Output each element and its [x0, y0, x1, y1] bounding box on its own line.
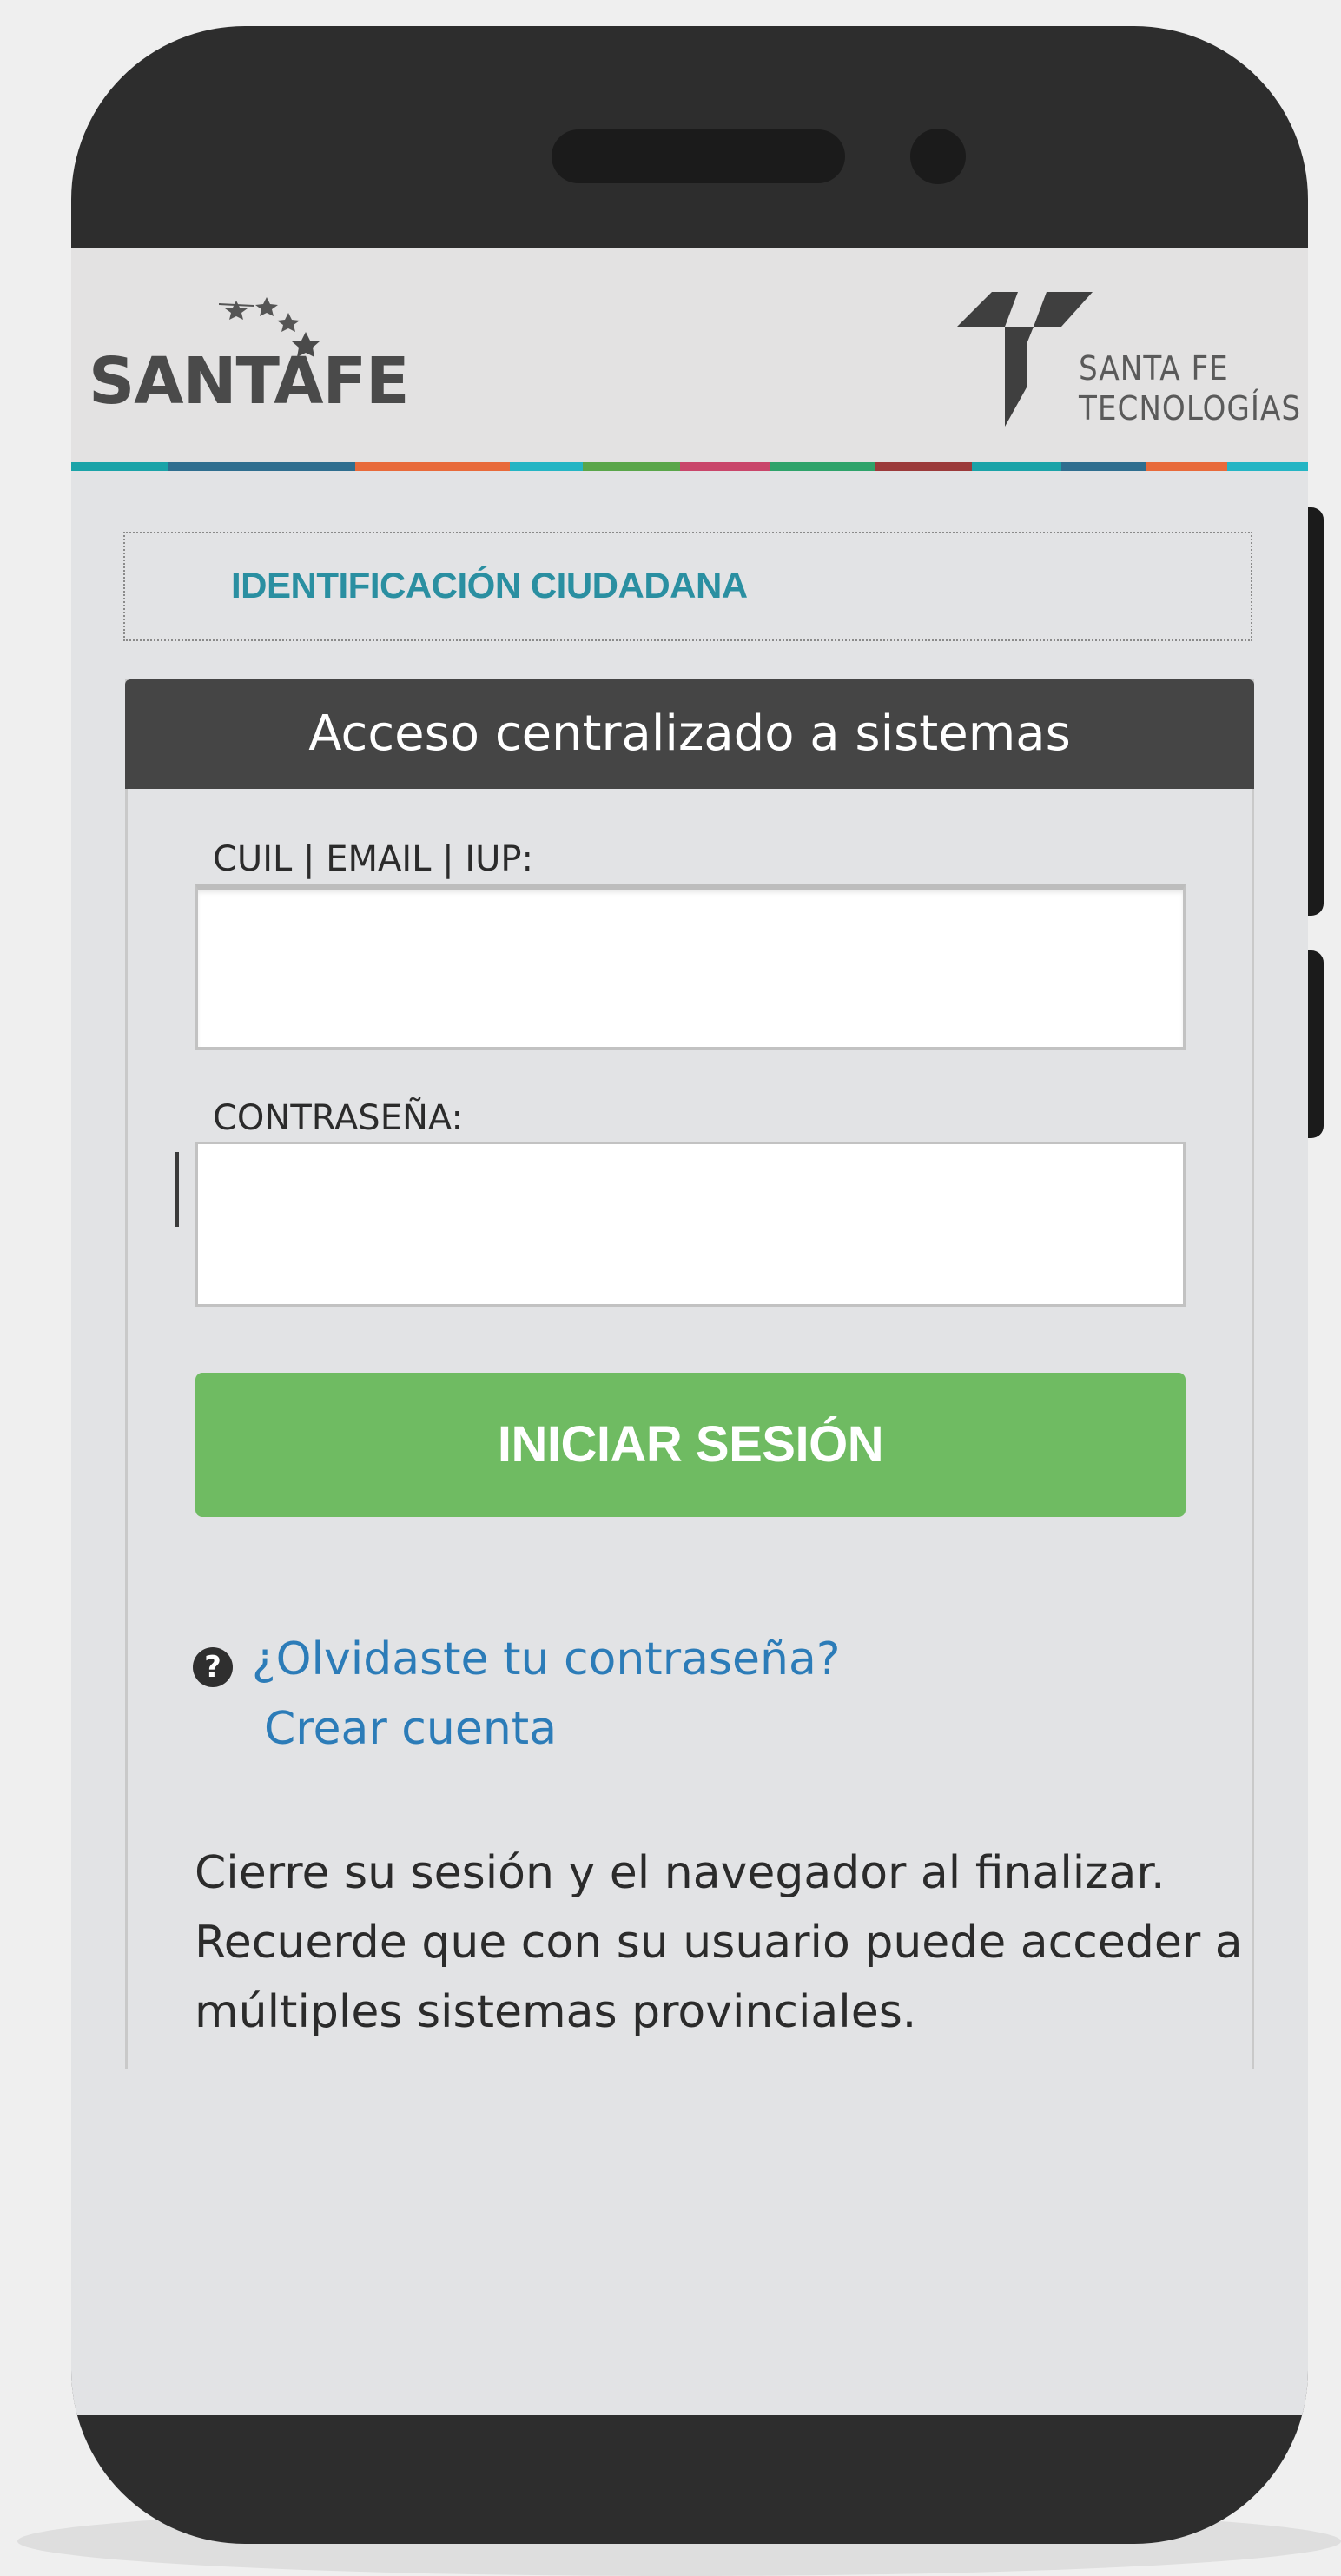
username-input[interactable] — [195, 884, 1186, 1050]
session-note: Cierre su sesión y el navegador al final… — [195, 1838, 1272, 2047]
color-stripe — [71, 462, 1308, 471]
password-label: CONTRASEÑA: — [213, 1098, 464, 1138]
stripe-segment — [71, 462, 169, 471]
santafe-logo[interactable]: SANTAFE — [89, 294, 419, 424]
forgot-password-link[interactable]: ¿Olvidaste tu contraseña? — [252, 1633, 840, 1685]
stripe-segment — [582, 462, 680, 471]
session-note-line: múltiples sistemas provinciales. — [195, 1986, 917, 2038]
stripe-segment — [1146, 462, 1227, 471]
session-note-line: Recuerde que con su usuario puede accede… — [195, 1917, 1243, 1969]
stripe-segment — [168, 462, 356, 471]
stripe-segment — [875, 462, 973, 471]
stripe-segment — [679, 462, 770, 471]
santa-fe-tecnologias-logo[interactable]: SANTA FE TECNOLOGÍAS — [957, 292, 1300, 431]
screen: SANTAFE SANTA FE TECNOLOGÍAS IDENTIFICAC… — [71, 248, 1308, 2415]
password-input[interactable] — [195, 1142, 1186, 1307]
identification-box: IDENTIFICACIÓN CIUDADANA — [123, 532, 1252, 641]
create-account-link[interactable]: Crear cuenta — [264, 1703, 557, 1755]
stripe-segment — [769, 462, 875, 471]
stf-mark-icon — [957, 292, 1093, 427]
stripe-segment — [1060, 462, 1146, 471]
stripe-segment — [355, 462, 510, 471]
identification-label: IDENTIFICACIÓN CIUDADANA — [231, 565, 748, 606]
question-circle-icon: ? — [193, 1647, 233, 1687]
stripe-segment — [1226, 462, 1308, 471]
login-card-title: Acceso centralizado a sistemas — [125, 679, 1254, 789]
santafe-logo-text: SANTAFE — [89, 344, 410, 419]
phone-frame: SANTAFE SANTA FE TECNOLOGÍAS IDENTIFICAC… — [71, 26, 1308, 2544]
login-button[interactable]: INICIAR SESIÓN — [195, 1373, 1186, 1517]
phone-camera — [910, 129, 966, 184]
phone-speaker — [552, 129, 845, 183]
stf-logo-line1: SANTA FE — [1079, 349, 1229, 387]
stripe-segment — [509, 462, 583, 471]
site-header: SANTAFE SANTA FE TECNOLOGÍAS — [71, 248, 1308, 462]
stf-logo-line2: TECNOLOGÍAS — [1079, 389, 1302, 427]
session-note-line: Cierre su sesión y el navegador al final… — [195, 1847, 1166, 1899]
text-caret — [175, 1152, 179, 1227]
stripe-segment — [972, 462, 1061, 471]
username-label: CUIL | EMAIL | IUP: — [213, 839, 534, 879]
